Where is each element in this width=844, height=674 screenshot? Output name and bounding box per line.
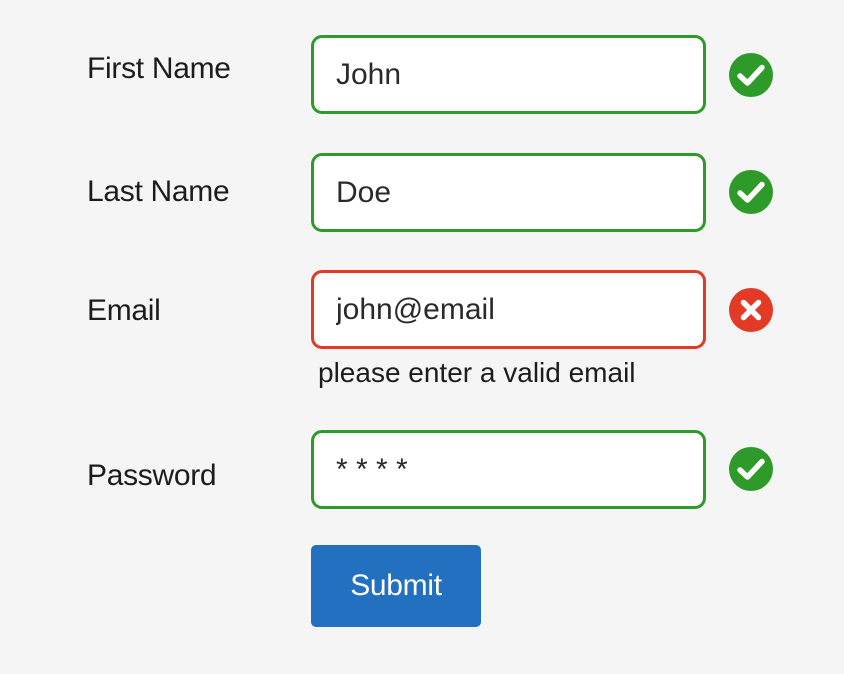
first-name-label: First Name [87, 52, 231, 85]
first-name-field[interactable] [311, 35, 706, 114]
submit-button[interactable]: Submit [311, 545, 481, 627]
email-field[interactable] [311, 270, 706, 349]
check-circle-icon [728, 169, 774, 215]
last-name-label: Last Name [87, 175, 230, 208]
password-field[interactable] [311, 430, 706, 509]
email-error-message: please enter a valid email [318, 357, 636, 388]
email-label: Email [87, 294, 161, 327]
registration-form: First Name Last Name Email please enter … [0, 0, 844, 674]
x-circle-icon [728, 287, 774, 333]
check-circle-icon [728, 446, 774, 492]
last-name-field[interactable] [311, 153, 706, 232]
password-label: Password [87, 459, 217, 492]
check-circle-icon [728, 52, 774, 98]
